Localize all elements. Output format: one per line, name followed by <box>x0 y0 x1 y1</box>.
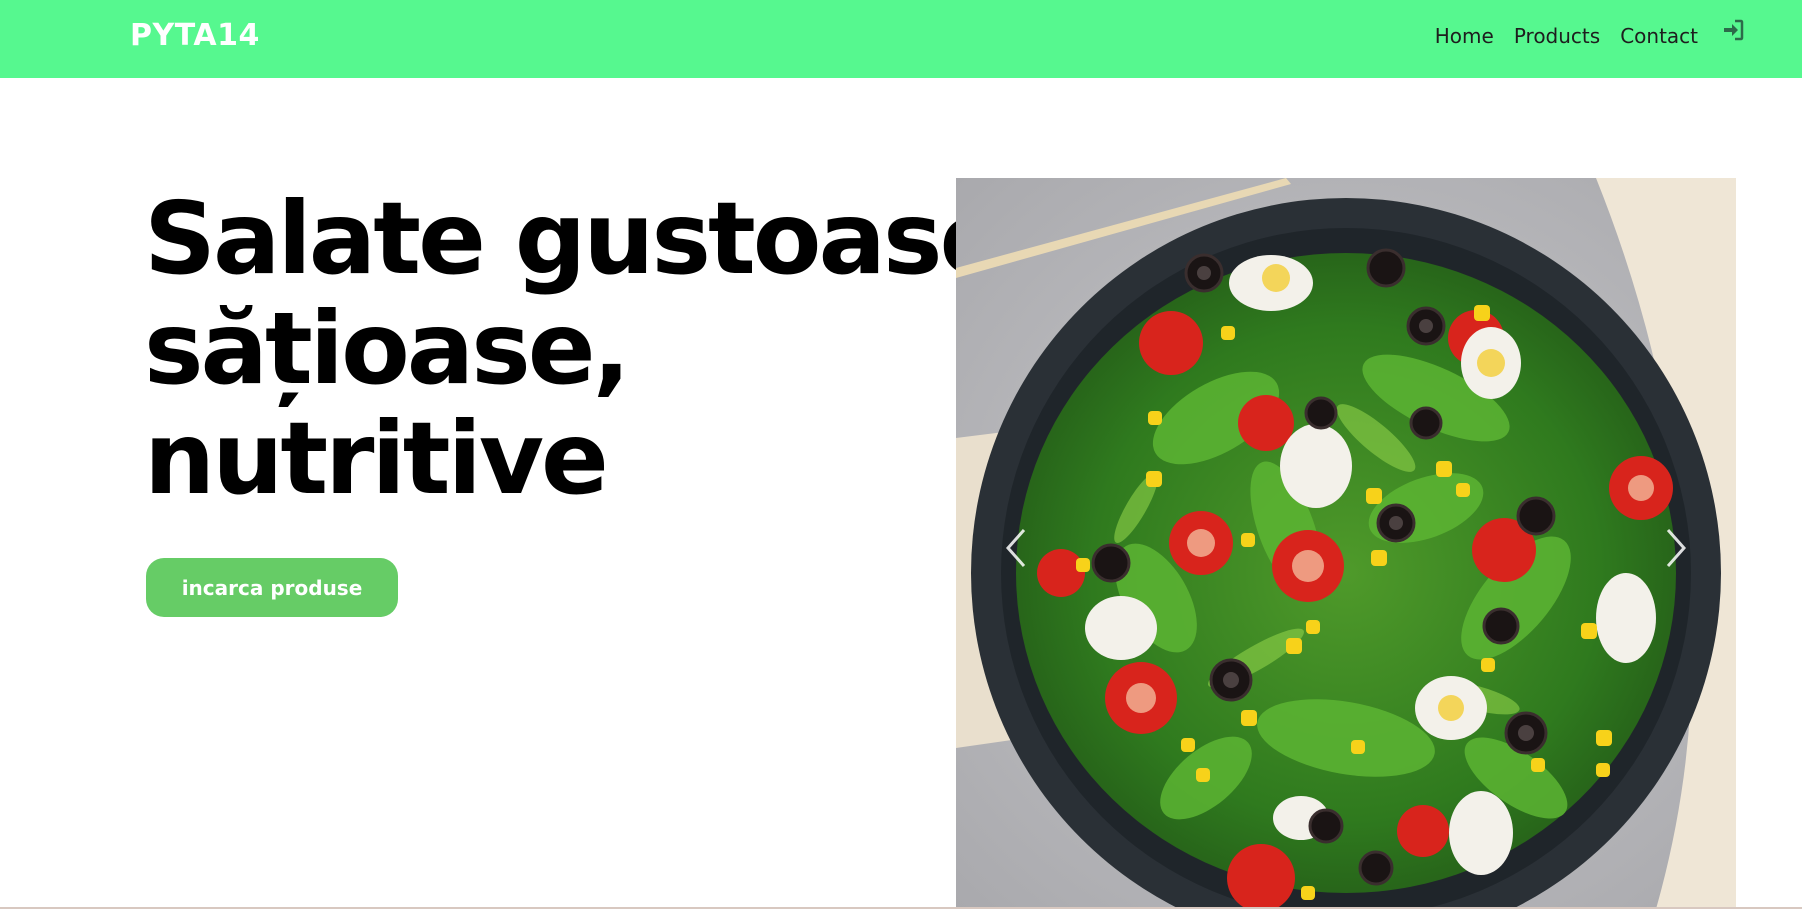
chevron-right-icon <box>1666 529 1687 567</box>
chevron-left-icon <box>1005 529 1026 567</box>
salad-bowl-image <box>956 178 1736 909</box>
carousel-next-button[interactable] <box>1646 508 1706 588</box>
hero-title-line-3: nutritive <box>144 400 609 517</box>
nav-link-products[interactable]: Products <box>1514 24 1600 48</box>
navbar: PYTA14 Home Products Contact <box>0 0 1802 78</box>
hero-title-line-2: sățioase, <box>144 290 631 407</box>
nav-link-home[interactable]: Home <box>1435 24 1494 48</box>
sign-in-icon[interactable] <box>1722 19 1744 41</box>
load-products-button[interactable]: incarca produse <box>146 558 398 617</box>
nav-links: Home Products Contact <box>1415 19 1744 48</box>
brand-logo[interactable]: PYTA14 <box>130 18 260 53</box>
hero-title: Salate gustoase, sățioase, nutritive <box>144 180 1042 517</box>
bottom-divider <box>0 907 1802 909</box>
hero-title-line-1: Salate gustoase, <box>144 180 1042 297</box>
hero-carousel <box>956 178 1736 909</box>
nav-link-contact[interactable]: Contact <box>1620 24 1698 48</box>
carousel-prev-button[interactable] <box>986 508 1046 588</box>
